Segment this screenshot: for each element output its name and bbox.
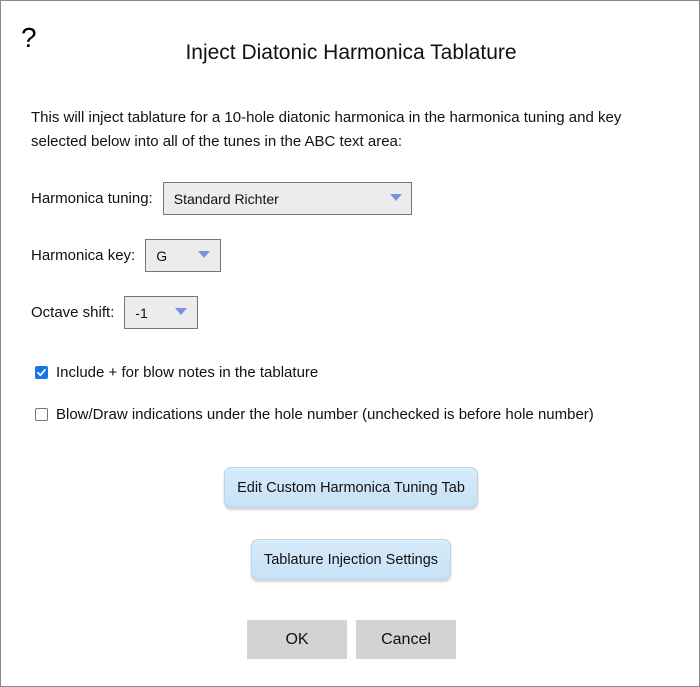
dialog-description: This will inject tablature for a 10-hole… [31,109,622,150]
chevron-down-icon [175,308,188,315]
chevron-down-icon [389,194,402,201]
octave-label: Octave shift: [31,304,115,321]
dialog-title: Inject Diatonic Harmonica Tablature [185,41,517,64]
key-label: Harmonica key: [31,247,136,264]
octave-select-value: -1 [135,304,148,321]
under-hole-option: Blow/Draw indications under the hole num… [35,406,594,423]
harmonica-tab-dialog: ? Inject Diatonic Harmonica Tablature Th… [0,0,700,687]
under-hole-label: Blow/Draw indications under the hole num… [56,406,594,423]
key-row: Harmonica key: G [31,239,222,272]
injection-settings-button[interactable]: Tablature Injection Settings [251,539,451,580]
chevron-down-icon [198,251,211,258]
tuning-label: Harmonica tuning: [31,190,153,207]
key-select[interactable]: G [145,239,222,272]
include-plus-checkbox[interactable] [35,366,48,379]
octave-select[interactable]: -1 [124,296,199,329]
ok-button[interactable]: OK [247,620,347,659]
tuning-select-value: Standard Richter [173,190,279,207]
octave-row: Octave shift: -1 [31,296,199,329]
tuning-select[interactable]: Standard Richter [162,182,412,215]
under-hole-checkbox[interactable] [35,408,48,421]
include-plus-label: Include + for blow notes in the tablatur… [56,364,319,381]
checkmark-icon [37,368,46,377]
tuning-row: Harmonica tuning: Standard Richter [31,182,412,215]
edit-custom-tuning-button[interactable]: Edit Custom Harmonica Tuning Tab [224,467,478,508]
key-select-value: G [156,247,168,264]
include-plus-option: Include + for blow notes in the tablatur… [35,364,318,381]
cancel-button[interactable]: Cancel [356,620,456,659]
